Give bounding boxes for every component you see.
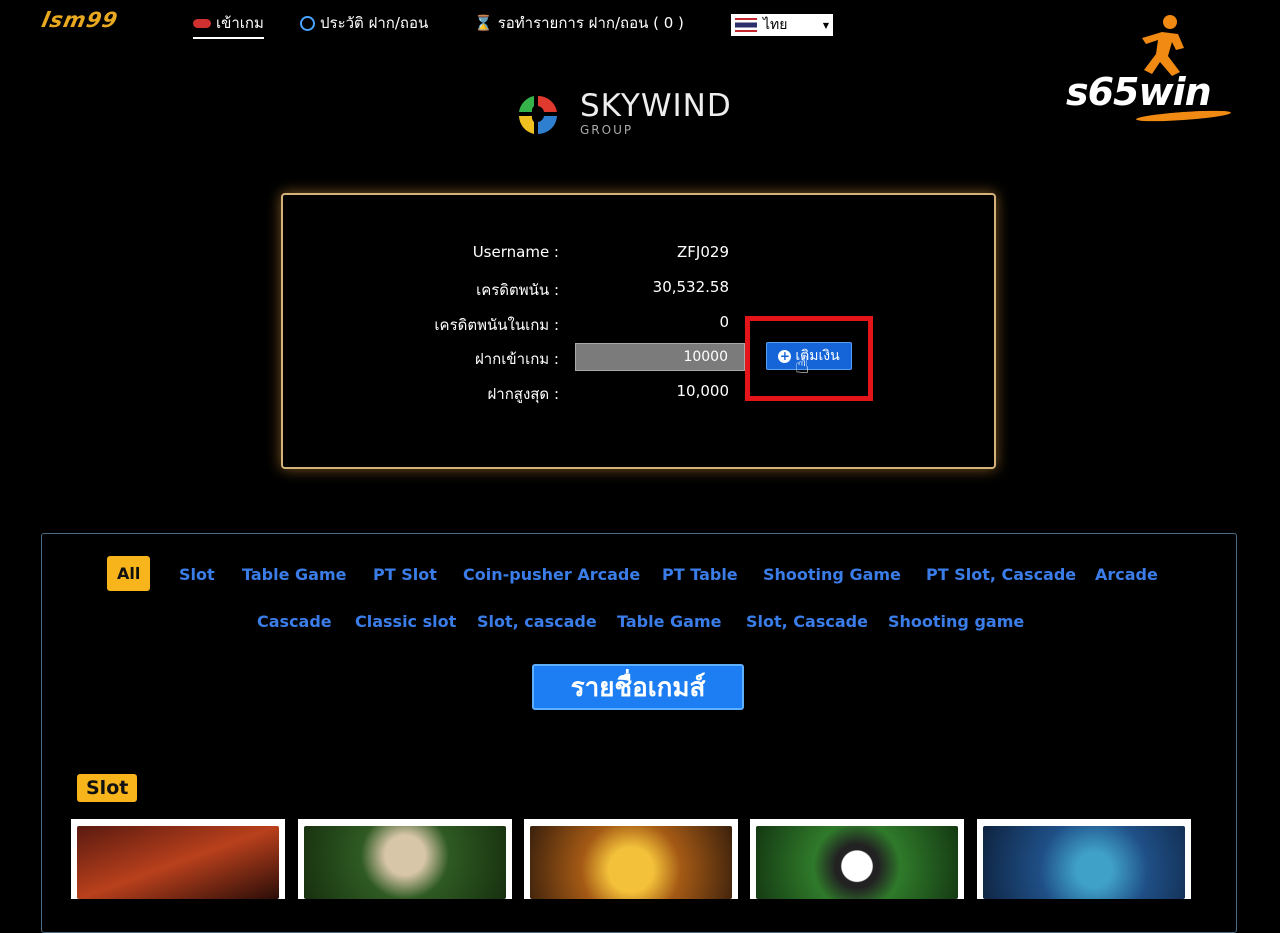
category-tag-slot: Slot — [77, 774, 138, 802]
max-deposit-row: ฝากสูงสุด : 10,000 — [283, 382, 994, 406]
max-deposit-label: ฝากสูงสุด : — [487, 385, 560, 403]
game-image — [983, 826, 1185, 899]
nav-history[interactable]: ประวัติ ฝาก/ถอน — [300, 11, 428, 35]
username-value: ZFJ029 — [677, 243, 729, 261]
username-label: Username : — [472, 243, 559, 261]
chevron-down-icon: ▼ — [822, 20, 829, 30]
provider-subtitle: GROUP — [580, 123, 634, 137]
hourglass-icon: ⌛ — [474, 13, 493, 32]
skywind-logo-icon — [519, 95, 557, 135]
deposit-amount-input[interactable] — [575, 343, 745, 371]
ingame-credit-value: 0 — [719, 313, 729, 331]
filter-all[interactable]: All — [107, 556, 151, 591]
plus-circle-icon: + — [778, 348, 792, 363]
filter-cascade[interactable]: Cascade — [257, 612, 332, 631]
game-thumbnail[interactable] — [524, 819, 738, 899]
ingame-credit-row: เครดิตพนันในเกม : 0 — [283, 313, 994, 337]
filter-classic-slot[interactable]: Classic slot — [355, 612, 456, 631]
game-list-panel: All Slot Table Game PT Slot Coin-pusher … — [41, 533, 1237, 933]
gamepad-icon — [193, 18, 211, 28]
account-info-panel: Username : ZFJ029 เครดิตพนัน : 30,532.58… — [281, 193, 996, 469]
filter-pt-slot[interactable]: PT Slot — [373, 565, 437, 584]
game-image — [304, 826, 506, 899]
filter-pt-slot-cascade[interactable]: PT Slot, Cascade — [926, 565, 1076, 584]
s65win-watermark: s65win — [1066, 14, 1236, 124]
site-logo[interactable]: lsm99 — [39, 8, 120, 32]
nav-enter-game-label: เข้าเกม — [216, 14, 264, 32]
nav-enter-game[interactable]: เข้าเกม — [193, 11, 264, 39]
username-row: Username : ZFJ029 — [283, 243, 994, 267]
credit-row: เครดิตพนัน : 30,532.58 — [283, 278, 994, 302]
history-icon — [300, 15, 315, 31]
thai-flag-icon — [735, 18, 757, 32]
provider-name: SKYWIND — [580, 88, 732, 124]
language-value: ไทย — [763, 17, 788, 33]
game-image — [77, 826, 279, 899]
filter-pt-table[interactable]: PT Table — [662, 565, 738, 584]
credit-value: 30,532.58 — [652, 278, 729, 296]
game-thumbnail[interactable] — [298, 819, 512, 899]
nav-history-label: ประวัติ ฝาก/ถอน — [320, 14, 429, 32]
language-select[interactable]: ไทย ▼ — [731, 14, 833, 36]
filter-slot-cascade[interactable]: Slot, Cascade — [746, 612, 868, 631]
game-thumbnail[interactable] — [750, 819, 964, 899]
filter-coin-pusher-arcade[interactable]: Coin-pusher Arcade — [463, 565, 640, 584]
max-deposit-value: 10,000 — [676, 382, 730, 400]
ingame-credit-label: เครดิตพนันในเกม : — [434, 316, 559, 334]
game-image — [756, 826, 958, 899]
game-image — [530, 826, 732, 899]
filter-slot-cascade-lower[interactable]: Slot, cascade — [477, 612, 597, 631]
nav-pending[interactable]: ⌛ รอทำรายการ ฝาก/ถอน ( 0 ) — [474, 11, 684, 35]
filter-arcade[interactable]: Arcade — [1095, 565, 1158, 584]
filter-table-game[interactable]: Table Game — [242, 565, 346, 584]
watermark-text: s65win — [1066, 70, 1212, 114]
game-thumbnail[interactable] — [977, 819, 1191, 899]
nav-pending-label: รอทำรายการ ฝาก/ถอน ( 0 ) — [497, 14, 684, 32]
pointer-cursor-icon: ☝ — [795, 351, 810, 379]
filter-shooting-game[interactable]: Shooting Game — [763, 565, 901, 584]
credit-label: เครดิตพนัน : — [476, 281, 559, 299]
filter-table-game-2[interactable]: Table Game — [617, 612, 721, 631]
deposit-label: ฝากเข้าเกม : — [474, 350, 559, 368]
game-list-title: รายชื่อเกมส์ — [532, 664, 744, 710]
filter-slot[interactable]: Slot — [179, 565, 215, 584]
game-thumbnail[interactable] — [71, 819, 285, 899]
filter-shooting-game-2[interactable]: Shooting game — [888, 612, 1024, 631]
provider-logo: SKYWIND GROUP — [514, 88, 774, 138]
